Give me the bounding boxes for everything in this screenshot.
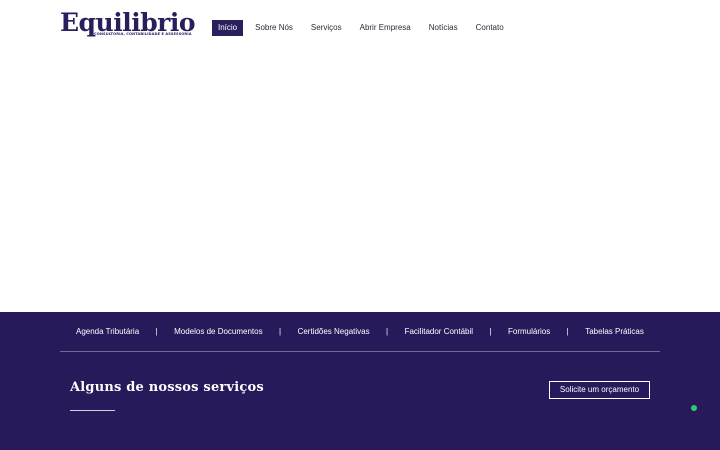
logo-tagline: CONSULTORIA, CONTABILIDADE E ASSESSORIA	[94, 32, 192, 36]
quicklinks-bar: Agenda Tributária | Modelos de Documento…	[60, 324, 660, 338]
quicklink-tabelas-praticas[interactable]: Tabelas Práticas	[585, 327, 644, 336]
quicklink-modelos-documentos[interactable]: Modelos de Documentos	[174, 327, 263, 336]
nav-item-contato[interactable]: Contato	[467, 20, 513, 36]
band-divider	[60, 351, 660, 352]
nav-item-sobre-nos[interactable]: Sobre Nós	[246, 20, 302, 36]
title-underline	[70, 410, 115, 411]
quicklink-formularios[interactable]: Formulários	[508, 327, 550, 336]
quicklink-separator: |	[155, 326, 158, 336]
quicklink-separator: |	[489, 326, 492, 336]
quicklink-separator: |	[566, 326, 569, 336]
request-quote-button[interactable]: Solicite um orçamento	[549, 381, 650, 399]
nav-item-abrir-empresa[interactable]: Abrir Empresa	[351, 20, 420, 36]
services-band: Agenda Tributária | Modelos de Documento…	[0, 312, 720, 450]
online-dot-icon	[691, 405, 697, 411]
quicklink-separator: |	[279, 326, 282, 336]
nav-item-inicio[interactable]: Início	[212, 20, 244, 36]
logo[interactable]: Equilibrio CONSULTORIA, CONTABILIDADE E …	[60, 8, 196, 42]
services-title: Alguns de nossos serviços	[70, 380, 264, 395]
quicklink-agenda-tributaria[interactable]: Agenda Tributária	[76, 327, 139, 336]
quicklink-facilitador-contabil[interactable]: Facilitador Contábil	[405, 327, 473, 336]
main-nav: Início Sobre Nós Serviços Abrir Empresa …	[212, 20, 513, 36]
nav-item-noticias[interactable]: Notícias	[420, 20, 467, 36]
quicklink-certidoes-negativas[interactable]: Certidões Negativas	[298, 327, 370, 336]
nav-item-servicos[interactable]: Serviços	[302, 20, 351, 36]
site-header: Equilibrio CONSULTORIA, CONTABILIDADE E …	[0, 0, 720, 56]
hero-area	[0, 56, 720, 312]
quicklink-separator: |	[386, 326, 389, 336]
